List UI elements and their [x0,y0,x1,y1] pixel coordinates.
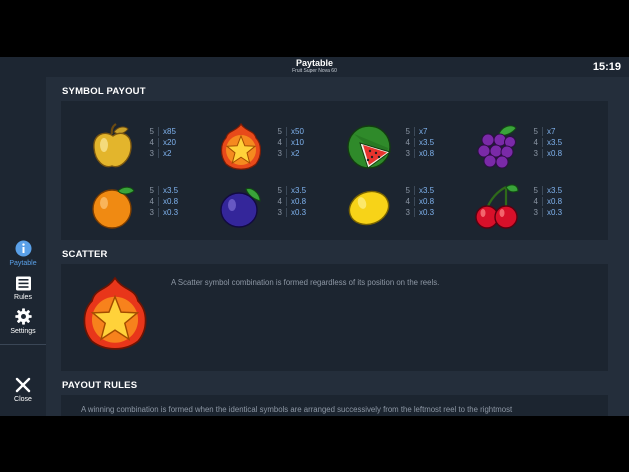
paytable-screen: Paytable Fruit Super Nova 60 15:19 Payta… [0,57,629,416]
symbol-golden-apple: 5 x85 4 x20 3 x2 [88,122,208,172]
section-title-scatter: SCATTER [62,249,108,260]
page-title: Paytable [295,58,334,68]
sidebar-divider [0,344,46,345]
payout-list: 5 x3.5 4 x0.8 3 x0.3 [405,186,435,218]
header-bar: Paytable Fruit Super Nova 60 15:19 [0,57,629,77]
payout-rules-panel: A winning combination is formed when the… [61,395,608,416]
scatter-star-icon [83,276,147,350]
close-button[interactable]: Close [0,377,46,403]
sidebar-item-settings[interactable]: Settings [0,308,46,335]
golden-apple-icon [93,123,132,168]
scatter-panel: A Scatter symbol combination is formed r… [61,264,608,371]
gear-icon [14,308,32,325]
lemon-icon [348,190,390,226]
grapes-icon [477,125,517,169]
clock: 15:19 [592,61,621,73]
payout-list: 5 x3.5 4 x0.8 3 x0.3 [533,186,563,218]
orange-icon [92,186,135,229]
payout-list: 5 x3.5 4 x0.8 3 x0.3 [149,186,179,218]
close-icon [15,377,31,393]
cherries-icon [475,184,519,229]
sidebar-item-label: Paytable [9,260,37,267]
sidebar-item-label: Rules [14,294,32,301]
info-icon [15,240,31,257]
game-name: Fruit Super Nova 60 [292,68,337,74]
payout-rules-description: A winning combination is formed when the… [81,405,513,414]
payout-list: 5 x85 4 x20 3 x2 [149,127,176,159]
close-label: Close [14,396,32,403]
sidebar-item-label: Settings [10,328,36,335]
plum-icon [220,188,261,228]
symbol-lemon: 5 x3.5 4 x0.8 3 x0.3 [344,181,464,231]
symbol-cherries: 5 x3.5 4 x0.8 3 x0.3 [472,181,592,231]
paytable-content: SYMBOL PAYOUT 5 x85 4 x20 3 x2 5 x50 4 x… [46,77,629,416]
star-icon [220,122,262,170]
symbol-star: 5 x50 4 x10 3 x2 [216,122,336,172]
payout-list: 5 x3.5 4 x0.8 3 x0.3 [277,186,307,218]
sidebar-item-rules[interactable]: Rules [0,276,46,301]
payout-list: 5 x50 4 x10 3 x2 [277,127,304,159]
payout-list: 5 x7 4 x3.5 3 x0.8 [405,127,435,159]
rules-list-icon [15,276,31,291]
sidebar: Paytable Rules Settings Close [0,57,46,416]
symbol-payout-panel: 5 x85 4 x20 3 x2 5 x50 4 x10 3 x2 5 x7 4… [61,101,608,240]
symbol-watermelon: 5 x7 4 x3.5 3 x0.8 [344,122,464,172]
symbol-plum: 5 x3.5 4 x0.8 3 x0.3 [216,181,336,231]
watermelon-icon [347,125,392,169]
section-title-payout-rules: PAYOUT RULES [62,380,138,391]
payout-list: 5 x7 4 x3.5 3 x0.8 [533,127,563,159]
symbol-orange: 5 x3.5 4 x0.8 3 x0.3 [88,181,208,231]
symbol-grapes: 5 x7 4 x3.5 3 x0.8 [472,122,592,172]
scatter-description: A Scatter symbol combination is formed r… [171,278,440,287]
section-title-symbol-payout: SYMBOL PAYOUT [62,86,146,97]
sidebar-item-paytable[interactable]: Paytable [0,240,46,267]
